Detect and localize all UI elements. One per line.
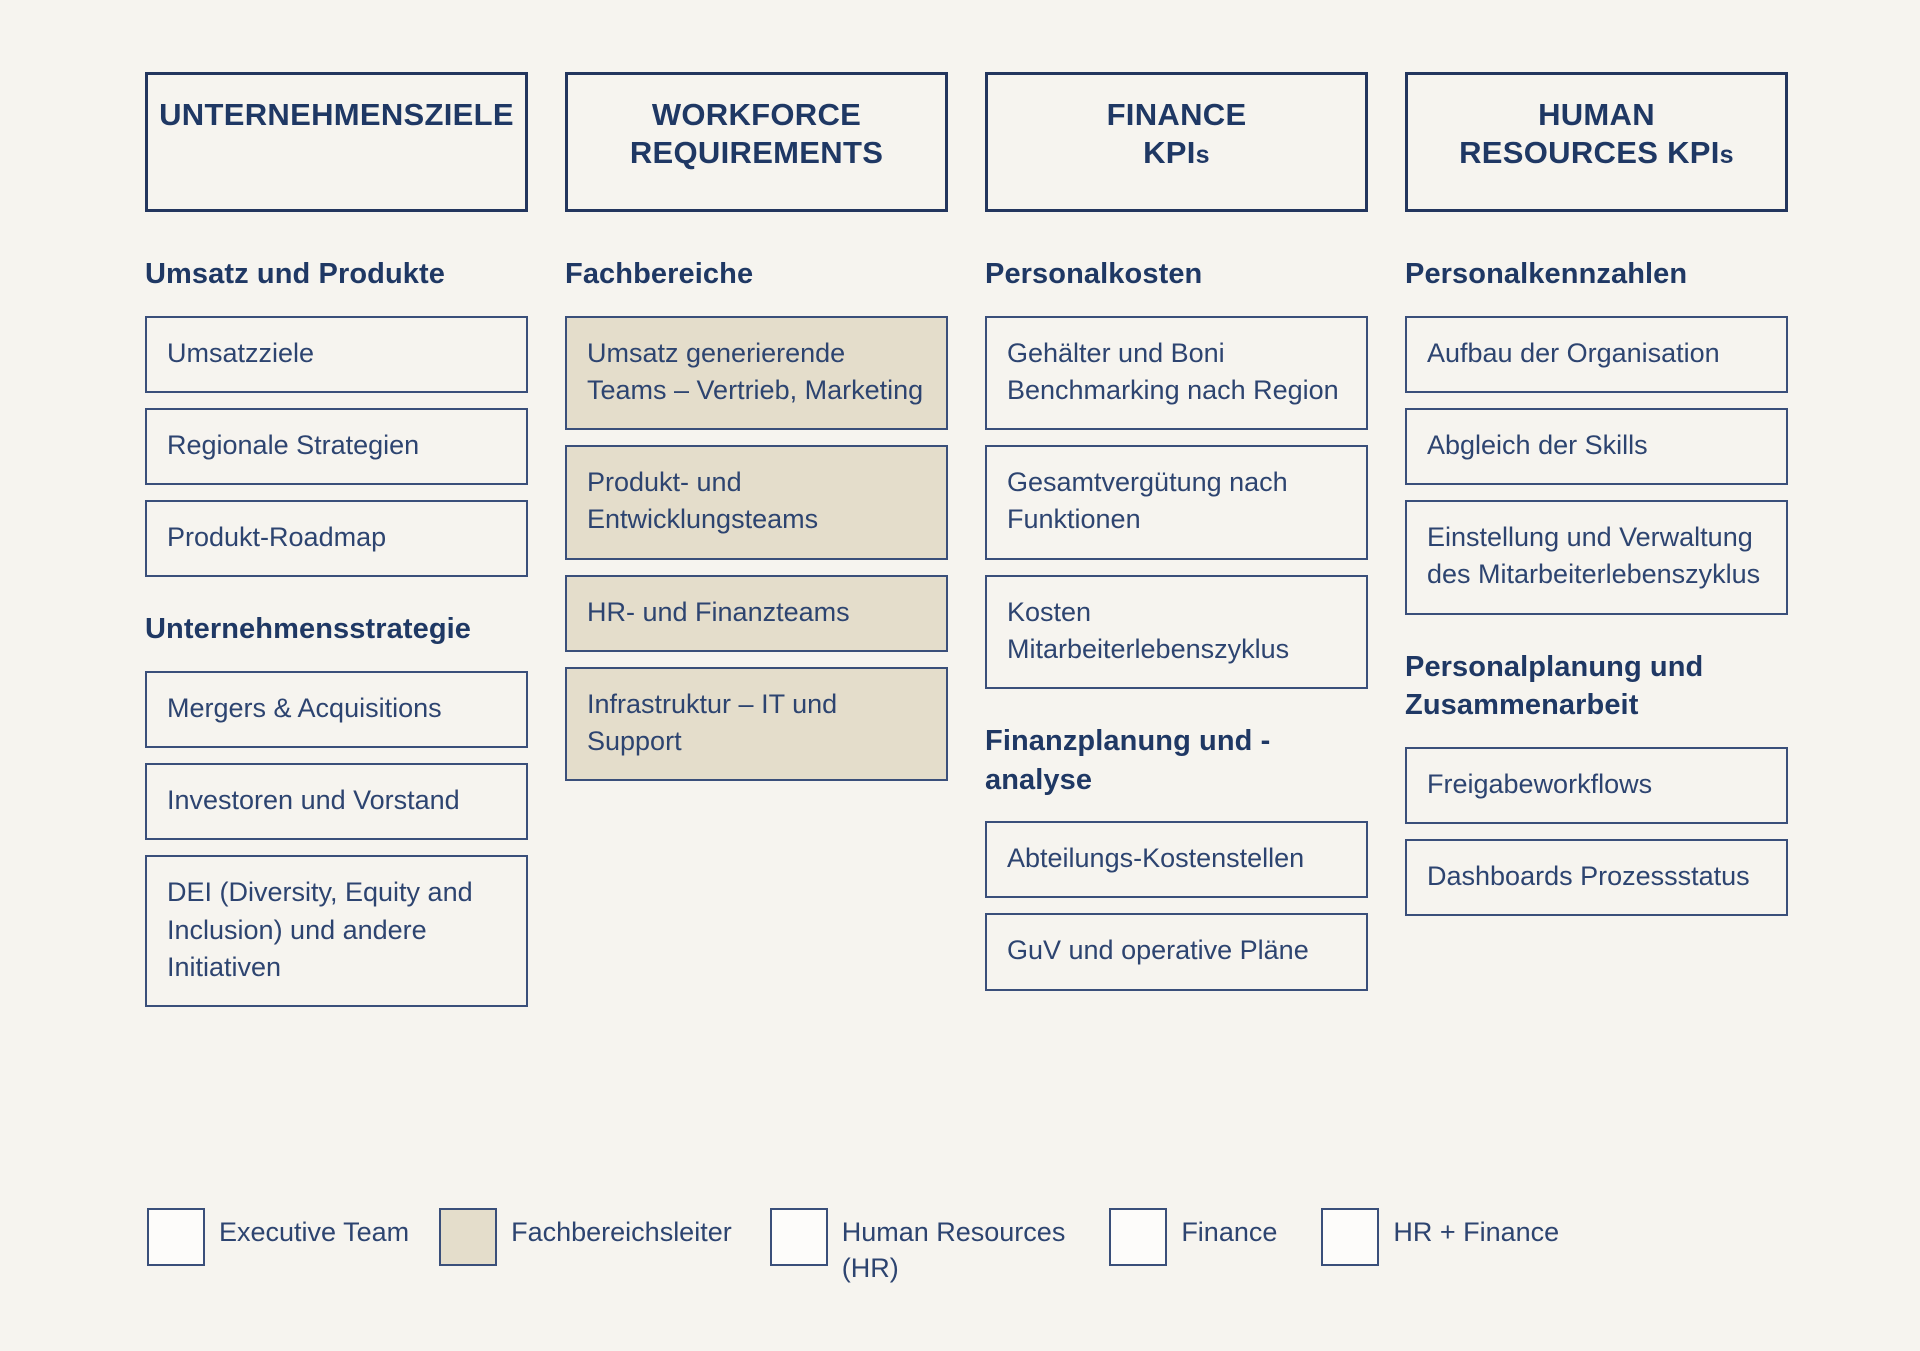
column-header-label: FINANCE KPIs [1106, 97, 1247, 170]
item-box[interactable]: HR- und Finanzteams [565, 574, 948, 652]
section-heading: Personalkennzahlen [1405, 258, 1688, 290]
item-box[interactable]: Kosten Mitarbeiterlebenszyklus [985, 574, 1368, 690]
legend-item: HR + Finance [1321, 1208, 1559, 1266]
item-box[interactable]: DEI (Diversity, Equity and Inclusion) un… [145, 855, 528, 1008]
item-box[interactable]: Abteilungs-Kostenstellen [985, 821, 1368, 899]
legend-item: Finance [1109, 1208, 1277, 1266]
section-heading: Unternehmensstrategie [145, 613, 472, 646]
item-box[interactable]: Einstellung und Verwaltung des Mitarbeit… [1405, 500, 1788, 615]
legend-item: Human Resources (HR) [769, 1208, 1066, 1287]
section-heading: Personalkosten [985, 258, 1203, 290]
item-box[interactable]: Produkt- und Entwicklungsteams [565, 445, 948, 560]
section-heading: Fachbereiche [565, 258, 754, 290]
column-header-label: HUMAN RESOURCES KPIs [1459, 97, 1734, 170]
legend-swatch [147, 1208, 205, 1266]
item-box[interactable]: Mergers & Acquisitions [145, 670, 528, 749]
legend-label: HR + Finance [1393, 1217, 1560, 1247]
legend-label: Finance [1181, 1217, 1278, 1247]
column-4: HUMAN RESOURCES KPIs Personalkennzahlen Auf… [1405, 72, 1788, 931]
legend-label: Executive Team [219, 1217, 410, 1247]
column-1: UNTERNEHMENSZIELE Umsatz und Produkte Umsa… [145, 72, 528, 1022]
item-box[interactable]: Freigabeworkflows [1405, 746, 1788, 824]
legend-label: Fachbereichsleiter [511, 1217, 732, 1247]
legend: Executive Team Fachbereichsleiter Human Re… [147, 1208, 1797, 1287]
column-header-box: FINANCE KPIs [985, 72, 1368, 212]
item-box[interactable]: Investoren und Vorstand [145, 763, 528, 841]
legend-swatch [1321, 1208, 1380, 1266]
column-3: FINANCE KPIs Personalkosten Gehälter und Bo… [985, 72, 1368, 1006]
column-header-box: HUMAN RESOURCES KPIs [1405, 72, 1788, 212]
item-box[interactable]: Aufbau der Organisation [1405, 315, 1788, 393]
column-header-box: WORKFORCE REQUIREMENTS [565, 72, 948, 212]
item-box[interactable]: Infrastruktur – IT und Support [565, 666, 948, 782]
section-heading: Personalplanung und Zusammenarbeit [1405, 650, 1704, 722]
legend-swatch [769, 1208, 828, 1266]
legend-swatch [439, 1208, 498, 1266]
legend-item: Executive Team [147, 1208, 409, 1266]
item-box[interactable]: Umsatzziele [145, 315, 528, 393]
column-header-box: UNTERNEHMENSZIELE [145, 72, 528, 212]
item-box[interactable]: Abgleich der Skills [1405, 407, 1788, 486]
item-box[interactable]: Dashboards Prozessstatus [1405, 838, 1788, 917]
item-box[interactable]: GuV und operative Pläne [985, 913, 1368, 991]
column-2: WORKFORCE REQUIREMENTS Fachbereiche Umsatz … [565, 72, 948, 796]
column-container: UNTERNEHMENSZIELE Umsatz und Produkte Umsa… [145, 72, 1788, 1022]
diagram-canvas: UNTERNEHMENSZIELE Umsatz und Produkte Umsa… [0, 0, 1920, 1351]
item-box[interactable]: Umsatz generierende Teams – Vertrieb, Ma… [565, 315, 948, 431]
item-box[interactable]: Gehälter und Boni Benchmarking nach Regi… [985, 315, 1368, 431]
item-box[interactable]: Regionale Strategien [145, 407, 528, 486]
item-box[interactable]: Produkt-Roadmap [145, 500, 528, 578]
legend-item: Fachbereichsleiter [439, 1208, 732, 1266]
column-header-label: UNTERNEHMENSZIELE [159, 97, 514, 132]
column-header-label: WORKFORCE REQUIREMENTS [629, 97, 884, 170]
item-box[interactable]: Gesamtvergütung nach Funktionen [985, 445, 1368, 560]
section-heading: Finanzplanung und -analyse [985, 725, 1271, 796]
legend-label: Human Resources (HR) [841, 1217, 1066, 1284]
section-heading: Umsatz und Produkte [145, 258, 445, 290]
legend-swatch [1109, 1208, 1168, 1266]
